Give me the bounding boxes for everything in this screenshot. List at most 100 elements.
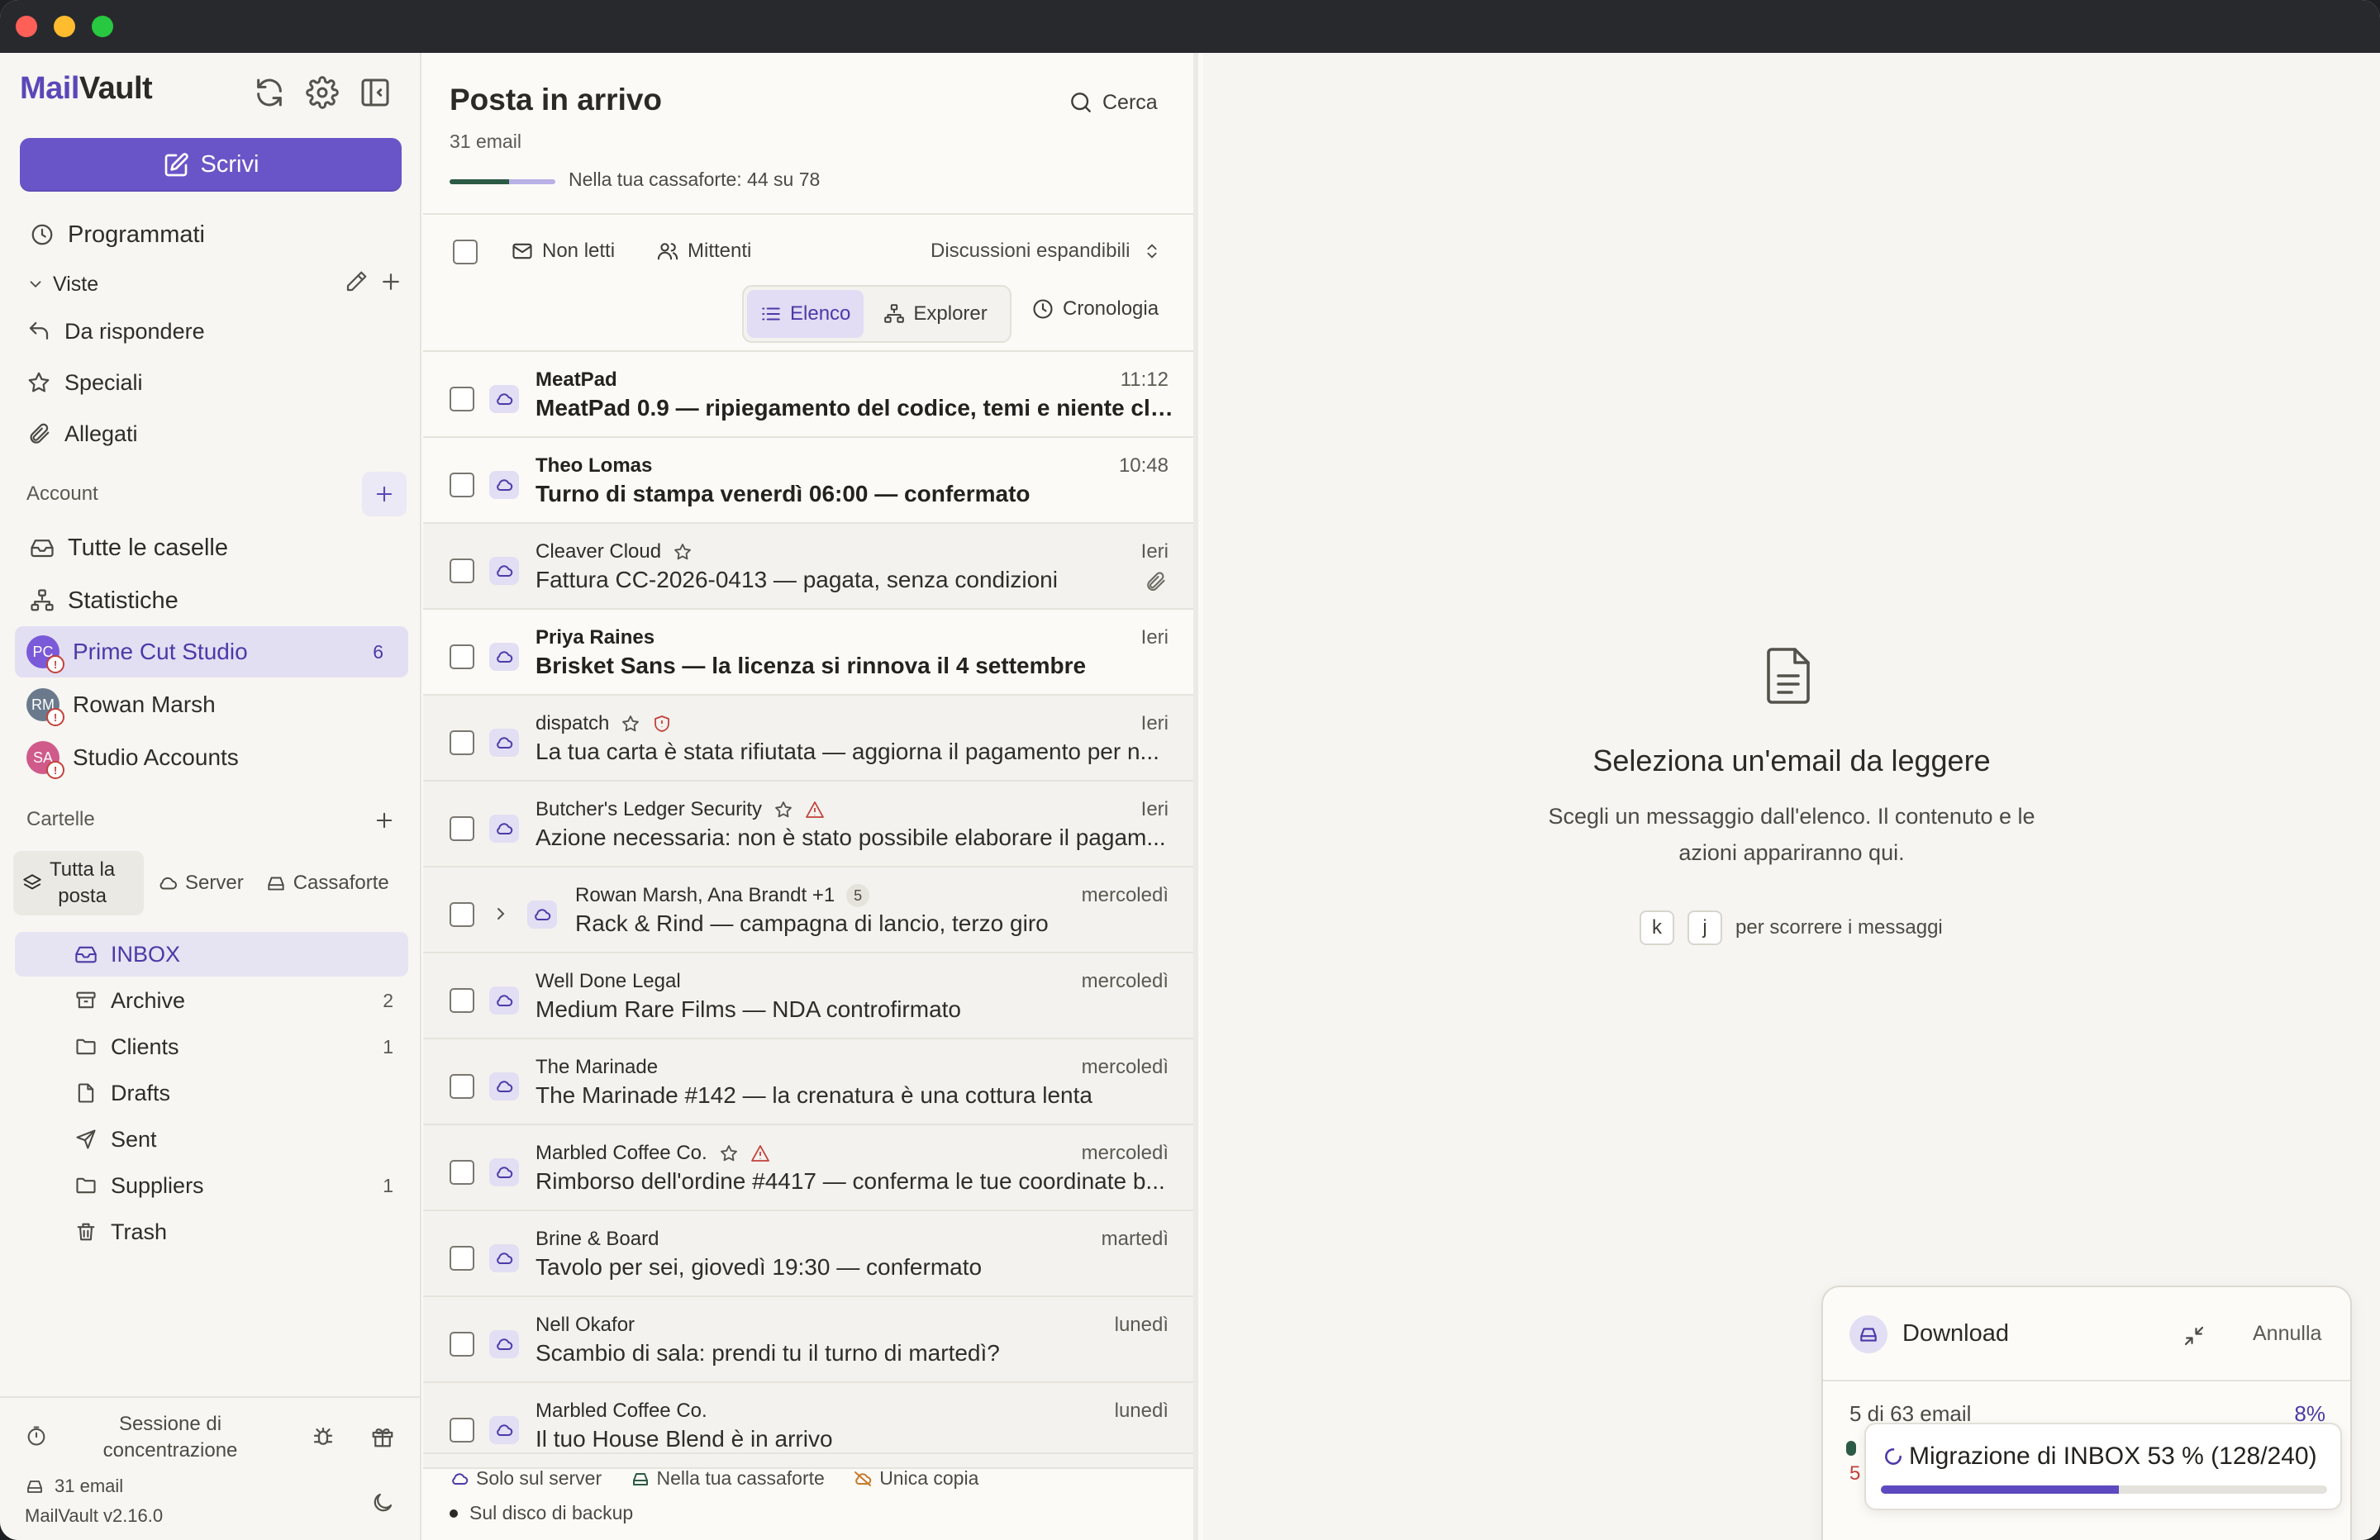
add-view-icon[interactable] <box>378 269 403 294</box>
message-time: Ieri <box>1140 626 1169 649</box>
legend-in-vault: Nella tua cassaforte <box>631 1467 825 1490</box>
message-row[interactable]: Theo Lomas Turno di stampa venerdì 06:00… <box>423 438 1193 524</box>
download-error-count: 5 <box>1849 1462 1861 1485</box>
brand-part-mail: Mail <box>20 71 79 106</box>
message-sender: Priya Raines <box>536 626 654 649</box>
row-checkbox[interactable] <box>450 816 474 841</box>
avatar: PC ! <box>26 635 64 673</box>
add-account-button[interactable] <box>362 472 407 516</box>
view-to-reply[interactable]: Da rispondere <box>15 307 408 355</box>
row-checkbox[interactable] <box>450 1418 474 1443</box>
row-checkbox[interactable] <box>450 1160 474 1185</box>
row-checkbox[interactable] <box>450 988 474 1013</box>
message-subject: Scambio di sala: prendi tu il turno di m… <box>536 1340 1000 1366</box>
message-row[interactable]: Well Done Legal Medium Rare Films — NDA … <box>423 953 1193 1039</box>
message-time: lunedì <box>1114 1314 1169 1336</box>
scope-server[interactable]: Server <box>149 851 252 915</box>
message-sender-name: Marbled Coffee Co. <box>536 1142 707 1164</box>
account-studio-accounts[interactable]: SA ! Studio Accounts <box>15 732 408 783</box>
folder-drafts[interactable]: Drafts <box>15 1071 408 1115</box>
message-row[interactable]: Rowan Marsh, Ana Brandt +1 5 Rack & Rind… <box>423 867 1193 953</box>
folder-sent[interactable]: Sent <box>15 1117 408 1162</box>
account-prime-cut-studio[interactable]: PC ! Prime Cut Studio 6 <box>15 626 408 677</box>
bug-icon[interactable] <box>311 1424 336 1449</box>
row-checkbox[interactable] <box>450 387 474 411</box>
row-checkbox[interactable] <box>450 1246 474 1271</box>
star-icon[interactable] <box>673 542 693 562</box>
row-checkbox[interactable] <box>450 644 474 669</box>
message-row[interactable]: Marbled Coffee Co. Il tuo House Blend è … <box>423 1383 1193 1469</box>
message-row[interactable]: Marbled Coffee Co. Rimborso dell'ordine … <box>423 1125 1193 1211</box>
chevron-right-icon[interactable] <box>491 904 511 924</box>
gift-icon[interactable] <box>370 1424 395 1449</box>
timer-icon[interactable] <box>25 1424 48 1447</box>
folders-section-label: Cartelle <box>26 808 95 830</box>
message-row[interactable]: Nell Okafor Scambio di sala: prendi tu i… <box>423 1297 1193 1383</box>
folder-archive[interactable]: Archive 2 <box>15 978 408 1023</box>
message-row[interactable]: Brine & Board Tavolo per sei, giovedì 19… <box>423 1211 1193 1297</box>
minimize-window-button[interactable] <box>54 16 75 37</box>
threading-select[interactable]: Discussioni espandibili <box>931 240 1161 263</box>
scope-all-mail[interactable]: Tutta la posta <box>13 851 144 915</box>
tab-list[interactable]: Elenco <box>747 290 864 338</box>
close-window-button[interactable] <box>16 16 37 37</box>
divider <box>1823 1380 2350 1381</box>
compose-button[interactable]: Scrivi <box>20 138 402 192</box>
folder-clients[interactable]: Clients 1 <box>15 1024 408 1069</box>
message-row[interactable]: dispatch La tua carta è stata rifiutata … <box>423 696 1193 782</box>
filter-unread[interactable]: Non letti <box>511 240 615 263</box>
app-logo: MailVault <box>20 71 153 107</box>
account-rowan-marsh[interactable]: RM ! Rowan Marsh <box>15 679 408 730</box>
account-name: Studio Accounts <box>73 744 239 770</box>
nav-scheduled-label: Programmati <box>68 221 205 248</box>
folder-suppliers[interactable]: Suppliers 1 <box>15 1163 408 1208</box>
row-checkbox[interactable] <box>450 558 474 583</box>
row-checkbox[interactable] <box>450 730 474 755</box>
message-subject: Rimborso dell'ordine #4417 — conferma le… <box>536 1168 1165 1194</box>
message-row[interactable]: Cleaver Cloud Fattura CC-2026-0413 — pag… <box>423 524 1193 610</box>
message-row[interactable]: The Marinade The Marinade #142 — la cren… <box>423 1039 1193 1125</box>
cloud-icon <box>489 815 519 843</box>
message-sender: Well Done Legal <box>536 970 681 993</box>
folder-inbox[interactable]: INBOX <box>15 932 408 977</box>
legend-server-only-label: Solo sul server <box>476 1467 602 1489</box>
row-checkbox[interactable] <box>450 902 474 927</box>
minimize-icon[interactable] <box>2182 1324 2206 1348</box>
row-checkbox[interactable] <box>450 1074 474 1099</box>
row-checkbox[interactable] <box>450 473 474 497</box>
statistics[interactable]: Statistiche <box>15 577 408 625</box>
row-checkbox[interactable] <box>450 1332 474 1357</box>
app-version: MailVault v2.16.0 <box>25 1505 164 1526</box>
tab-history[interactable]: Cronologia <box>1031 297 1159 321</box>
nav-scheduled[interactable]: Programmati <box>15 211 408 259</box>
filter-senders[interactable]: Mittenti <box>656 240 751 263</box>
message-row[interactable]: MeatPad MeatPad 0.9 — ripiegamento del c… <box>423 352 1193 438</box>
folder-count: 1 <box>383 1174 393 1196</box>
focus-session-button[interactable]: Sessione di concentrazione <box>79 1411 261 1464</box>
search-button[interactable]: Cerca <box>1068 89 1158 116</box>
add-folder-button[interactable] <box>362 798 407 843</box>
select-all-checkbox[interactable] <box>453 240 478 264</box>
scope-vault[interactable]: Cassaforte <box>257 851 397 915</box>
message-row[interactable]: Priya Raines Brisket Sans — la licenza s… <box>423 610 1193 696</box>
pencil-icon[interactable] <box>344 269 369 294</box>
footer-email-count: 31 email <box>25 1476 123 1497</box>
gear-icon[interactable] <box>306 76 339 109</box>
search-label: Cerca <box>1102 90 1158 114</box>
view-starred[interactable]: Speciali <box>15 359 408 406</box>
view-attachments[interactable]: Allegati <box>15 410 408 458</box>
migration-progress-fill <box>1881 1485 2119 1494</box>
moon-icon[interactable] <box>370 1490 395 1515</box>
folder-trash[interactable]: Trash <box>15 1210 408 1254</box>
tab-explorer[interactable]: Explorer <box>870 290 1000 338</box>
star-icon[interactable] <box>621 714 640 734</box>
maximize-window-button[interactable] <box>92 16 113 37</box>
star-icon[interactable] <box>774 800 793 820</box>
legend-backup-disk-label: Sul disco di backup <box>469 1502 634 1523</box>
star-icon[interactable] <box>719 1143 739 1163</box>
all-mailboxes[interactable]: Tutte le caselle <box>15 524 408 572</box>
sync-icon[interactable] <box>253 76 286 109</box>
download-cancel-button[interactable]: Annulla <box>2253 1322 2321 1346</box>
message-row[interactable]: Butcher's Ledger Security Azione necessa… <box>423 782 1193 867</box>
collapse-sidebar-icon[interactable] <box>359 76 392 109</box>
